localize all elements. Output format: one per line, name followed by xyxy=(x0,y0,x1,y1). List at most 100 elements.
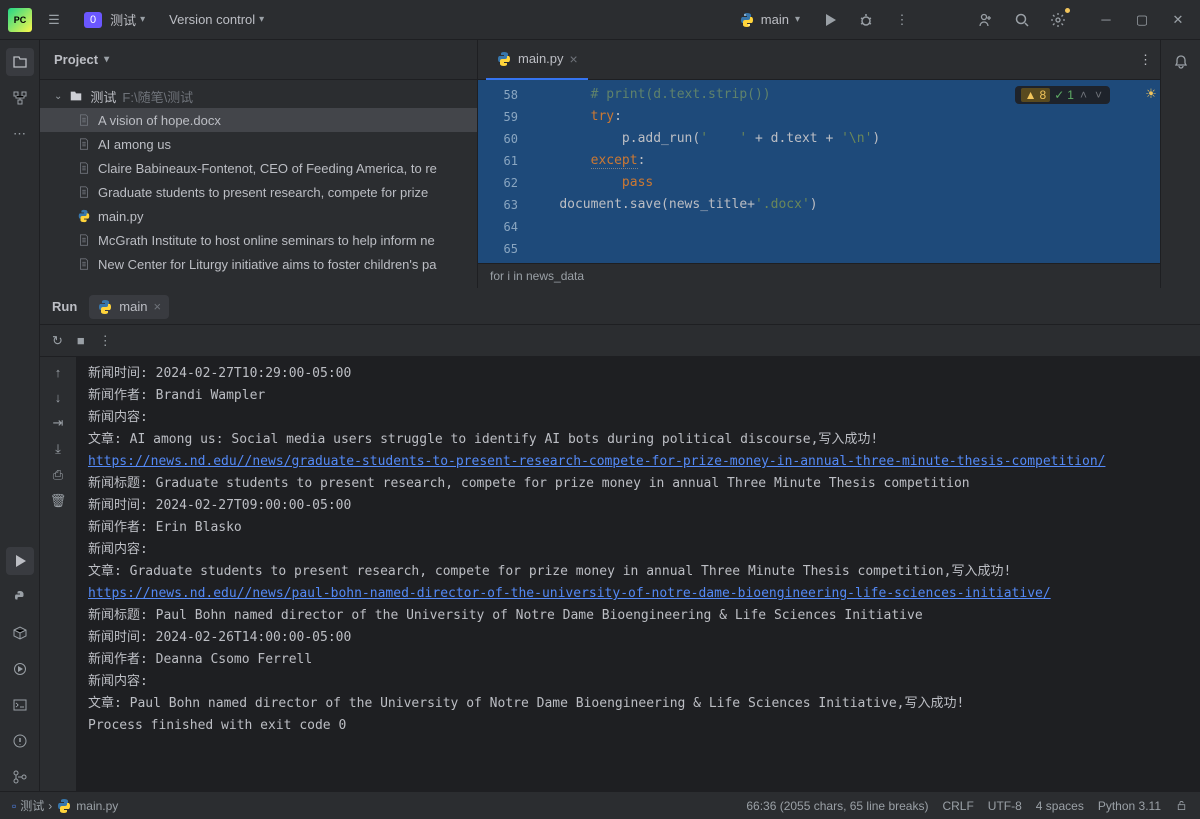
soft-wrap-button[interactable]: ⇥ xyxy=(53,415,64,431)
breadcrumb[interactable]: ▫ 测试 › main.py xyxy=(12,797,118,814)
minimize-button[interactable]: ─ xyxy=(1092,6,1120,34)
code-with-me-button[interactable] xyxy=(972,6,1000,34)
lock-icon[interactable] xyxy=(1175,799,1188,812)
editor-body[interactable]: 5859606162636465 # print(d.text.strip())… xyxy=(478,80,1160,263)
run-more-button[interactable]: ⋮ xyxy=(99,333,112,349)
tree-file-label: Claire Babineaux-Fontenot, CEO of Feedin… xyxy=(98,161,437,176)
vcs-selector[interactable]: Version control ▾ xyxy=(161,8,272,31)
project-name: 测试 xyxy=(110,10,136,29)
editor-tab[interactable]: main.py × xyxy=(486,40,588,80)
main-menu-button[interactable]: ☰ xyxy=(40,6,68,34)
scroll-to-end-button[interactable]: ⤓ xyxy=(55,441,61,457)
reader-mode-icon[interactable]: ☀ xyxy=(1145,86,1157,102)
editor-tab-label: main.py xyxy=(518,51,564,66)
warnings-badge[interactable]: ▲ 8 xyxy=(1021,88,1051,102)
console-line: 文章: Graduate students to present researc… xyxy=(88,561,1188,583)
project-selector[interactable]: 0 测试 ▾ xyxy=(76,6,153,33)
problems-button[interactable] xyxy=(6,727,34,755)
cursor-position[interactable]: 66:36 (2055 chars, 65 line breaks) xyxy=(746,799,928,813)
run-panel-title: Run xyxy=(52,299,77,314)
project-panel-header[interactable]: Project ▾ xyxy=(40,40,477,80)
python-icon xyxy=(496,51,512,67)
indent-setting[interactable]: 4 spaces xyxy=(1036,799,1084,813)
console-output[interactable]: 新闻时间: 2024-02-27T10:29:00-05:00新闻作者: Bra… xyxy=(76,357,1200,791)
breadcrumb-text: for i in news_data xyxy=(490,269,584,283)
vcs-tool-button[interactable] xyxy=(6,763,34,791)
close-tab-button[interactable]: × xyxy=(570,51,578,67)
tree-root[interactable]: ⌄ 测试 F:\随笔\测试 xyxy=(40,84,477,108)
interpreter[interactable]: Python 3.11 xyxy=(1098,799,1161,813)
tree-file[interactable]: Graduate students to present research, c… xyxy=(40,180,477,204)
run-button[interactable] xyxy=(816,6,844,34)
python-icon xyxy=(739,12,755,28)
typos-badge[interactable]: ✓ 1 xyxy=(1054,88,1074,102)
line-separator[interactable]: CRLF xyxy=(942,799,973,813)
tree-file[interactable]: McGrath Institute to host online seminar… xyxy=(40,228,477,252)
clear-button[interactable]: 🗑 xyxy=(50,493,67,509)
status-bar: ▫ 测试 › main.py 66:36 (2055 chars, 65 lin… xyxy=(0,791,1200,819)
tree-file[interactable]: main.py xyxy=(40,204,477,228)
app-logo: PC xyxy=(8,8,32,32)
chevron-down-icon: ▾ xyxy=(104,54,109,65)
file-icon xyxy=(76,256,92,272)
run-config-selector[interactable]: main ▾ xyxy=(731,8,808,32)
inspection-summary[interactable]: ▲ 8 ✓ 1 ˄ ˅ xyxy=(1015,86,1110,104)
prev-highlight-button[interactable]: ˄ xyxy=(1078,88,1089,102)
python-console-button[interactable] xyxy=(6,583,34,611)
tree-file[interactable]: New Center for Liturgy initiative aims t… xyxy=(40,252,477,276)
tree-file[interactable]: AI among us xyxy=(40,132,477,156)
python-packages-button[interactable] xyxy=(6,619,34,647)
left-tool-rail: ⋯ xyxy=(0,40,40,791)
run-side-toolbar: ↑ ↓ ⇥ ⤓ ⎙ 🗑 xyxy=(40,357,76,791)
print-button[interactable]: ⎙ xyxy=(53,467,63,483)
close-run-tab[interactable]: × xyxy=(153,299,161,314)
console-line: https://news.nd.edu//news/paul-bohn-name… xyxy=(88,583,1188,605)
console-link[interactable]: https://news.nd.edu//news/graduate-stude… xyxy=(88,454,1105,469)
maximize-button[interactable]: ▢ xyxy=(1128,6,1156,34)
debug-button[interactable] xyxy=(852,6,880,34)
console-line: 新闻时间: 2024-02-26T14:00:00-05:00 xyxy=(88,627,1188,649)
run-tab-label: main xyxy=(119,299,147,314)
up-stack-button[interactable]: ↑ xyxy=(55,365,62,380)
chevron-down-icon: ▾ xyxy=(795,14,800,25)
rerun-button[interactable]: ↻ xyxy=(52,333,63,349)
close-button[interactable]: ✕ xyxy=(1164,6,1192,34)
breadcrumb-root: 测试 xyxy=(20,797,44,814)
tree-file[interactable]: Claire Babineaux-Fontenot, CEO of Feedin… xyxy=(40,156,477,180)
structure-tool-button[interactable] xyxy=(6,84,34,112)
project-tool-button[interactable] xyxy=(6,48,34,76)
chevron-down-icon: ▾ xyxy=(140,14,145,25)
next-highlight-button[interactable]: ˅ xyxy=(1093,88,1104,102)
folder-icon xyxy=(68,88,84,104)
file-encoding[interactable]: UTF-8 xyxy=(988,799,1022,813)
tree-file-label: AI among us xyxy=(98,137,171,152)
tree-file[interactable]: A vision of hope.docx xyxy=(40,108,477,132)
file-icon xyxy=(76,136,92,152)
console-line: 新闻作者: Brandi Wampler xyxy=(88,385,1188,407)
editor-panel: main.py × ⋮ 5859606162636465 # print(d.t… xyxy=(478,40,1160,288)
editor-more-button[interactable]: ⋮ xyxy=(1139,52,1152,68)
notifications-button[interactable] xyxy=(1167,48,1195,76)
console-line: 新闻标题: Graduate students to present resea… xyxy=(88,473,1188,495)
terminal-button[interactable] xyxy=(6,691,34,719)
services-button[interactable] xyxy=(6,655,34,683)
search-button[interactable] xyxy=(1008,6,1036,34)
editor-tab-bar: main.py × ⋮ xyxy=(478,40,1160,80)
down-stack-button[interactable]: ↓ xyxy=(55,390,62,405)
stop-button[interactable]: ■ xyxy=(77,333,85,348)
more-actions-button[interactable]: ⋮ xyxy=(888,6,916,34)
tree-file-label: McGrath Institute to host online seminar… xyxy=(98,233,435,248)
run-tab[interactable]: main × xyxy=(89,295,169,319)
editor-breadcrumb[interactable]: for i in news_data xyxy=(478,263,1160,287)
run-tool-button[interactable] xyxy=(6,547,34,575)
line-gutter: 5859606162636465 xyxy=(478,80,528,263)
code-area[interactable]: # print(d.text.strip()) try: p.add_run('… xyxy=(528,80,1160,263)
console-line: 文章: AI among us: Social media users stru… xyxy=(88,429,1188,451)
settings-button[interactable] xyxy=(1044,6,1072,34)
run-tab-bar: Run main × xyxy=(40,289,1200,325)
console-link[interactable]: https://news.nd.edu//news/paul-bohn-name… xyxy=(88,586,1051,601)
more-tools-button[interactable]: ⋯ xyxy=(6,120,34,148)
run-toolbar: ↻ ■ ⋮ xyxy=(40,325,1200,357)
chevron-down-icon: ⌄ xyxy=(54,91,62,102)
console-line: 新闻内容: xyxy=(88,671,1188,693)
